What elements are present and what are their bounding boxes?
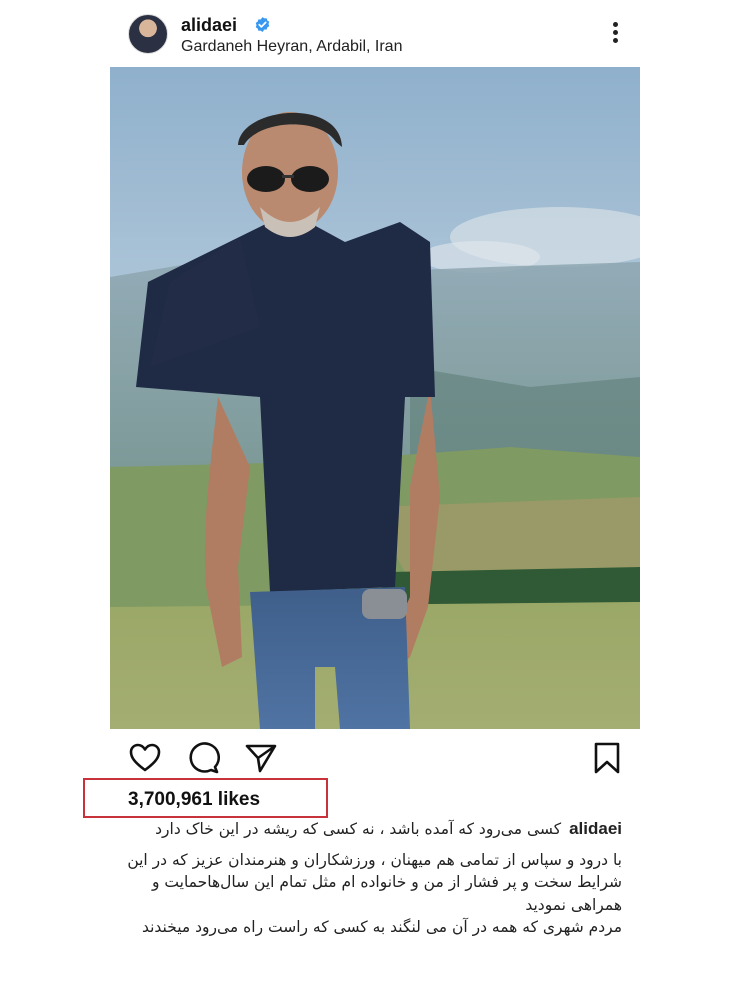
more-options-icon[interactable] bbox=[610, 22, 620, 48]
caption-line: با درود و سپاس از تمامی هم میهنان ، ورزش… bbox=[127, 850, 622, 914]
send-icon[interactable] bbox=[244, 741, 278, 775]
likes-count[interactable]: 3,700,961 likes bbox=[128, 789, 260, 811]
caption-username[interactable]: alidaei bbox=[569, 818, 622, 841]
post-location[interactable]: Gardaneh Heyran, Ardabil, Iran bbox=[181, 38, 402, 56]
avatar[interactable] bbox=[128, 14, 168, 54]
post-photo[interactable] bbox=[110, 67, 640, 729]
instagram-post: alidaei Gardaneh Heyran, Ardabil, Iran 3… bbox=[0, 0, 750, 1000]
comment-icon[interactable] bbox=[186, 741, 220, 775]
caption-line: مردم شهری که همه در آن می لنگند به کسی ک… bbox=[141, 918, 622, 936]
caption-line: کسی می‌رود که آمده باشد ، نه کسی که ریشه… bbox=[155, 820, 562, 838]
heart-icon[interactable] bbox=[128, 741, 162, 775]
post-actions bbox=[128, 741, 628, 775]
post-caption: alidaei کسی می‌رود که آمده باشد ، نه کسی… bbox=[122, 818, 622, 939]
bookmark-icon[interactable] bbox=[590, 741, 624, 775]
post-header: alidaei Gardaneh Heyran, Ardabil, Iran bbox=[128, 14, 628, 58]
verified-badge-icon bbox=[254, 16, 271, 33]
post-username[interactable]: alidaei bbox=[181, 15, 237, 36]
